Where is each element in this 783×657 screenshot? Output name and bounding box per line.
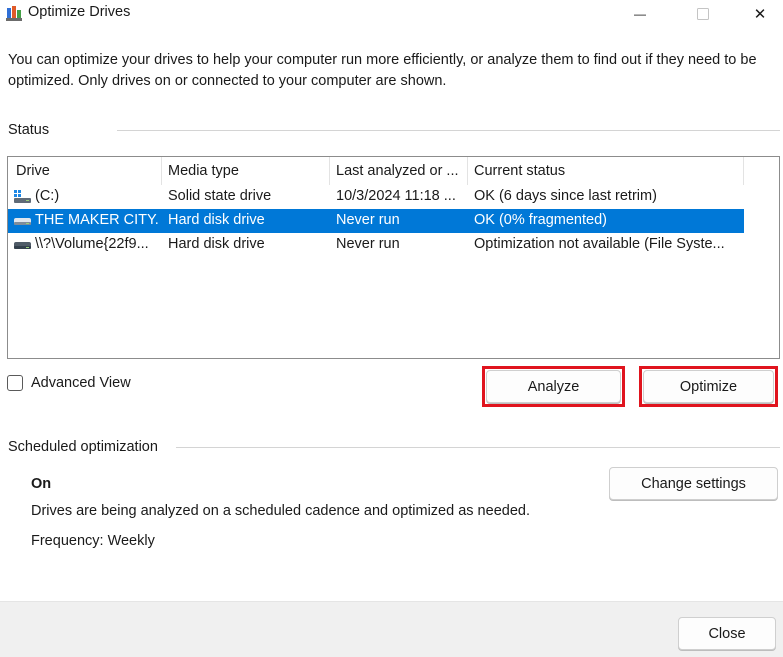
- maximize-button: [680, 0, 726, 27]
- drive-list[interactable]: Drive Media type Last analyzed or ... Cu…: [7, 156, 780, 359]
- hard-drive-icon: [14, 242, 31, 249]
- window-close-button[interactable]: ✕: [737, 0, 783, 27]
- advanced-view-checkbox[interactable]: [7, 375, 23, 391]
- footer-bar: [0, 601, 783, 657]
- close-button[interactable]: Close: [678, 617, 776, 650]
- drive-name: THE MAKER CITY...: [35, 212, 159, 228]
- scheduled-divider: [176, 447, 780, 448]
- column-header-drive[interactable]: Drive: [16, 163, 50, 179]
- minimize-button[interactable]: —: [617, 0, 663, 27]
- status-divider: [117, 130, 780, 131]
- media-type: Solid state drive: [168, 188, 272, 204]
- window-title: Optimize Drives: [28, 4, 131, 20]
- current-status: OK (0% fragmented): [474, 212, 607, 228]
- column-header-current-status[interactable]: Current status: [474, 163, 565, 179]
- last-analyzed: Never run: [336, 236, 400, 252]
- status-section-label: Status: [8, 122, 50, 138]
- column-separator[interactable]: [329, 157, 330, 185]
- windows-drive-icon: [14, 190, 31, 203]
- close-icon: ✕: [753, 5, 767, 23]
- optimize-drives-app-icon: [6, 6, 22, 21]
- media-type: Hard disk drive: [168, 236, 265, 252]
- drive-name: \\?\Volume{22f9...: [35, 236, 149, 252]
- maximize-icon: [697, 7, 709, 20]
- minimize-icon: —: [634, 6, 646, 21]
- title-bar: Optimize Drives — ✕: [0, 0, 783, 27]
- advanced-view-label[interactable]: Advanced View: [31, 375, 131, 391]
- current-status: OK (6 days since last retrim): [474, 188, 657, 204]
- drive-row-the-maker-city[interactable]: THE MAKER CITY... Hard disk drive Never …: [8, 209, 744, 233]
- drive-row-c[interactable]: (C:) Solid state drive 10/3/2024 11:18 .…: [8, 185, 744, 209]
- hard-drive-icon: [14, 218, 31, 225]
- scheduled-section-label: Scheduled optimization: [8, 439, 158, 455]
- column-separator[interactable]: [161, 157, 162, 185]
- schedule-state: On: [31, 476, 52, 492]
- column-header-last-analyzed[interactable]: Last analyzed or ...: [336, 163, 459, 179]
- schedule-description: Drives are being analyzed on a scheduled…: [31, 503, 530, 519]
- column-separator[interactable]: [743, 157, 744, 185]
- drive-name: (C:): [35, 188, 60, 204]
- change-settings-button[interactable]: Change settings: [609, 467, 778, 500]
- column-separator[interactable]: [467, 157, 468, 185]
- optimize-highlight-box: [639, 366, 778, 407]
- last-analyzed: 10/3/2024 11:18 ...: [336, 188, 456, 204]
- column-header-media-type[interactable]: Media type: [168, 163, 239, 179]
- media-type: Hard disk drive: [168, 212, 265, 228]
- schedule-frequency: Frequency: Weekly: [31, 533, 155, 549]
- analyze-highlight-box: [482, 366, 625, 407]
- current-status: Optimization not available (File Syste..…: [474, 236, 725, 252]
- drive-row-volume[interactable]: \\?\Volume{22f9... Hard disk drive Never…: [8, 233, 744, 257]
- last-analyzed: Never run: [336, 212, 400, 228]
- list-header: Drive Media type Last analyzed or ... Cu…: [8, 157, 779, 185]
- description-text: You can optimize your drives to help you…: [8, 52, 757, 89]
